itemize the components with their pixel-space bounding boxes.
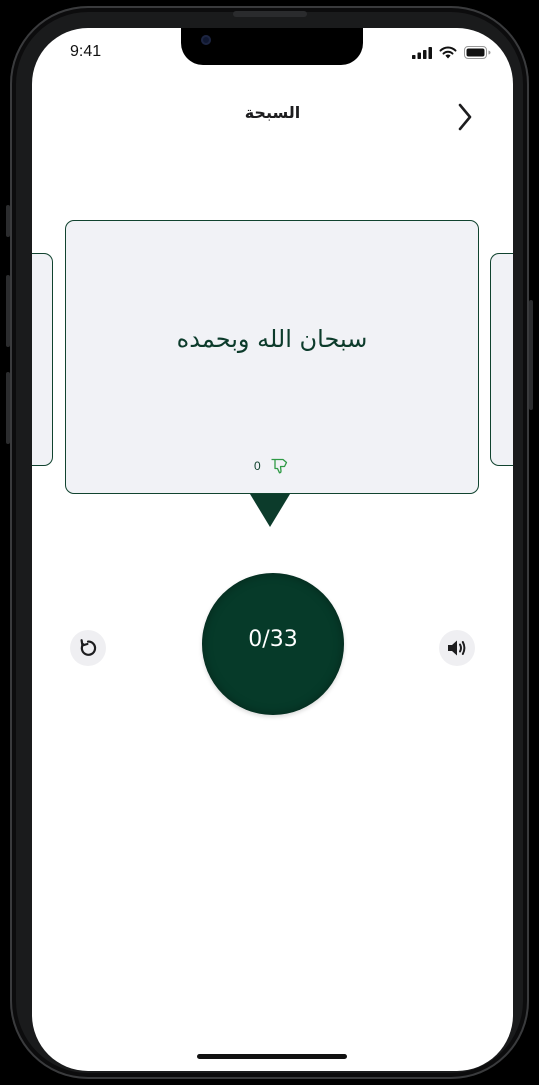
tasbih-counter-button[interactable]: 0/33: [202, 573, 344, 715]
reset-button[interactable]: [70, 630, 106, 666]
sound-button[interactable]: [439, 630, 475, 666]
next-dhikr-card[interactable]: [490, 253, 513, 466]
dhikr-text: سبحان الله وبحمده: [176, 325, 368, 353]
front-camera: [201, 35, 211, 45]
earpiece-speaker: [233, 11, 307, 17]
status-icons: [412, 46, 491, 59]
thumb-down-outline-icon: [271, 458, 287, 474]
reset-arrow-icon: [80, 639, 97, 656]
counter-label: 0/33: [248, 626, 298, 652]
app-screen: 9:41 السبحة سبحان الله وبحمده 0 0/33: [32, 28, 513, 1071]
card-count-row: 0: [254, 458, 288, 474]
previous-dhikr-card[interactable]: [32, 253, 53, 466]
power-button: [529, 300, 533, 410]
volume-down-button: [6, 372, 10, 444]
mute-switch: [6, 205, 10, 237]
card-pointer: [250, 494, 290, 527]
battery-icon: [464, 46, 491, 59]
page-title: السبحة: [244, 103, 301, 122]
dhikr-card[interactable]: سبحان الله وبحمده 0: [65, 220, 479, 494]
volume-up-button: [6, 275, 10, 347]
speaker-volume-icon: [448, 640, 466, 656]
status-time: 9:41: [70, 43, 102, 60]
card-count: 0: [254, 459, 261, 473]
wifi-icon: [439, 46, 457, 59]
chevron-right-icon: [458, 103, 472, 131]
notch: [181, 28, 363, 65]
back-button[interactable]: [450, 100, 480, 134]
cellular-signal-icon: [412, 46, 432, 59]
home-indicator[interactable]: [197, 1054, 347, 1059]
